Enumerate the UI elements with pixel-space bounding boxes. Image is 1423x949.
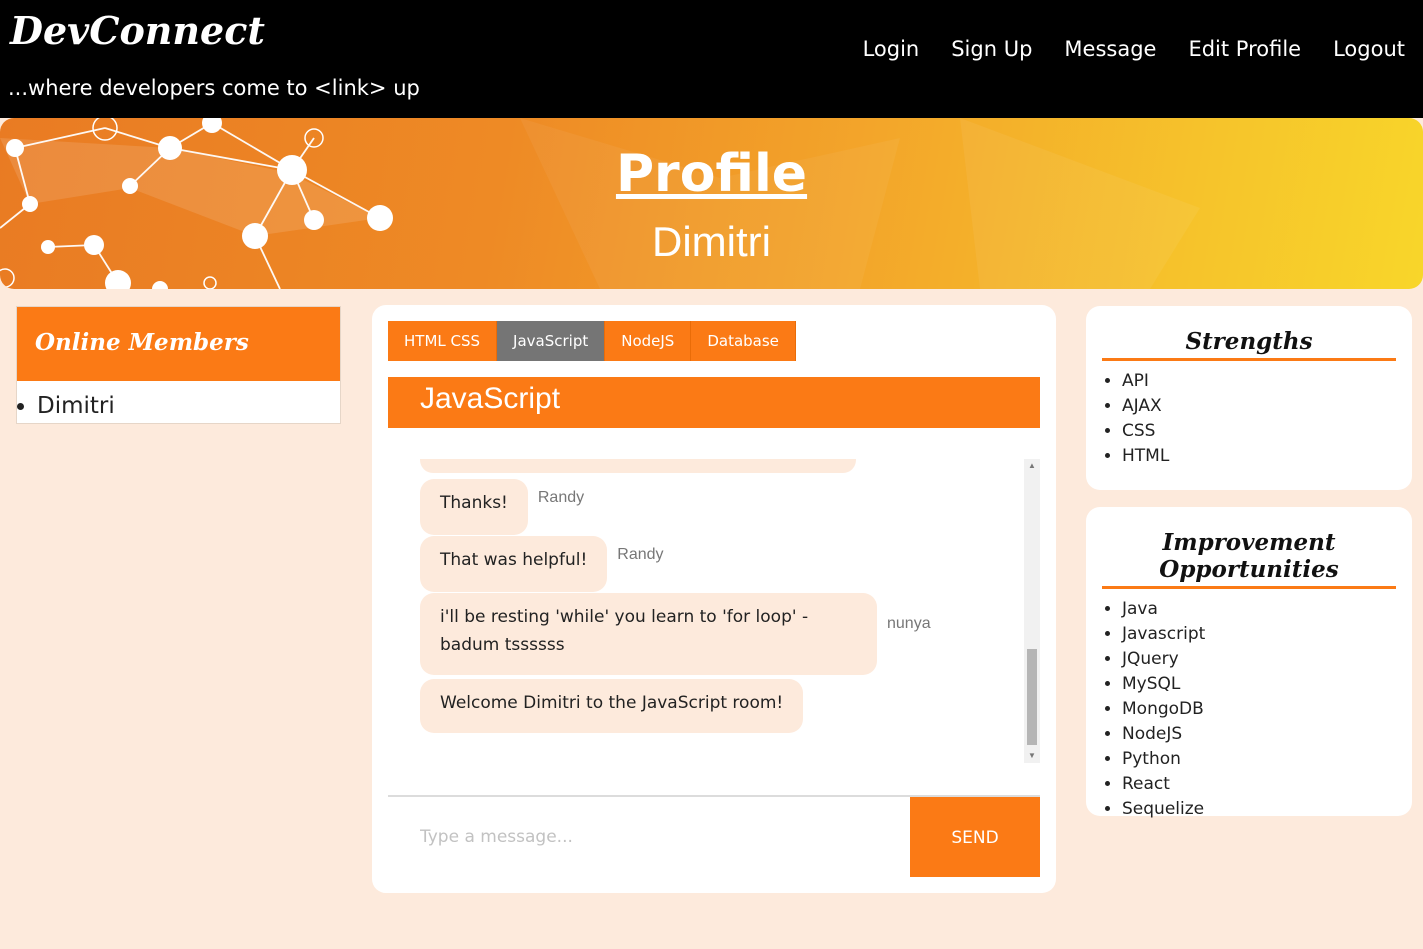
strength-item: HTML — [1122, 444, 1412, 469]
tagline: ...where developers come to <link> up — [8, 76, 420, 100]
scroll-up-arrow-icon[interactable]: ▲ — [1024, 459, 1040, 473]
profile-hero-banner: Profile Dimitri — [0, 118, 1423, 289]
improvement-item: React — [1122, 772, 1412, 797]
nav-login-link[interactable]: Login — [863, 37, 920, 61]
improvement-opportunities-title: Improvement Opportunities — [1102, 529, 1396, 589]
nav-edit-profile-link[interactable]: Edit Profile — [1188, 37, 1301, 61]
nav-signup-link[interactable]: Sign Up — [951, 37, 1032, 61]
message-row: i'll be resting 'while' you learn to 'fo… — [420, 593, 931, 675]
scroll-down-arrow-icon[interactable]: ▼ — [1024, 749, 1040, 763]
message-bubble: Welcome Dimitri to the JavaScript room! — [420, 679, 804, 733]
online-members-title: Online Members — [17, 307, 340, 381]
improvement-item: Python — [1122, 747, 1412, 772]
nav-links: Login Sign Up Message Edit Profile Logou… — [863, 37, 1405, 61]
improvement-item: MySQL — [1122, 672, 1412, 697]
message-input[interactable] — [388, 797, 910, 877]
message-sender: Randy — [537, 489, 585, 506]
strengths-card: Strengths API AJAX CSS HTML — [1086, 306, 1412, 490]
strengths-title: Strengths — [1102, 328, 1396, 361]
send-button[interactable]: SEND — [910, 797, 1040, 877]
brand-logo[interactable]: DevConnect — [10, 8, 265, 53]
strength-item: CSS — [1122, 419, 1412, 444]
improvement-item: Java — [1122, 597, 1412, 622]
message-row: That was helpful! Randy — [420, 536, 664, 592]
message-sender: Randy — [617, 546, 664, 563]
chat-room-title: JavaScript — [388, 377, 1040, 428]
online-members-panel: Online Members Dimitri — [16, 306, 341, 424]
chat-message-list[interactable]: Thanks! Randy That was helpful! Randy i'… — [388, 459, 1040, 763]
strengths-list: API AJAX CSS HTML — [1086, 369, 1412, 469]
message-bubble: That was helpful! — [420, 536, 608, 592]
online-members-list: Dimitri — [17, 393, 340, 419]
tab-database[interactable]: Database — [691, 321, 796, 361]
strength-item: AJAX — [1122, 394, 1412, 419]
message-bubble-partial — [420, 459, 856, 473]
improvement-opportunities-card: Improvement Opportunities Java Javascrip… — [1086, 507, 1412, 819]
message-composer: SEND — [388, 795, 1040, 879]
online-member-item: Dimitri — [37, 393, 340, 419]
improvement-item: Javascript — [1122, 622, 1412, 647]
profile-name: Dimitri — [652, 218, 771, 265]
chat-scrollbar[interactable]: ▲ ▼ — [1024, 459, 1040, 763]
navbar: DevConnect ...where developers come to <… — [0, 0, 1423, 118]
nav-logout-link[interactable]: Logout — [1333, 37, 1405, 61]
tab-html-css[interactable]: HTML CSS — [388, 321, 498, 361]
improvement-item: Sequelize — [1122, 797, 1412, 822]
strength-item: API — [1122, 369, 1412, 394]
tab-nodejs[interactable]: NodeJS — [605, 321, 692, 361]
page-title: Profile — [615, 144, 808, 204]
improvement-item: NodeJS — [1122, 722, 1412, 747]
message-bubble: Thanks! — [420, 479, 528, 535]
message-sender: nunya — [887, 615, 931, 632]
message-row: Thanks! Randy — [420, 479, 584, 535]
improvement-item: JQuery — [1122, 647, 1412, 672]
improvement-item: MongoDB — [1122, 697, 1412, 722]
chat-room-tabs: HTML CSS JavaScript NodeJS Database — [388, 321, 796, 361]
message-bubble: i'll be resting 'while' you learn to 'fo… — [420, 593, 877, 675]
message-row: Welcome Dimitri to the JavaScript room! — [420, 679, 804, 733]
chat-panel: HTML CSS JavaScript NodeJS Database Java… — [372, 305, 1056, 893]
scrollbar-thumb[interactable] — [1027, 649, 1037, 745]
improvement-list: Java Javascript JQuery MySQL MongoDB Nod… — [1086, 597, 1412, 822]
tab-javascript[interactable]: JavaScript — [497, 321, 606, 361]
nav-message-link[interactable]: Message — [1064, 37, 1156, 61]
